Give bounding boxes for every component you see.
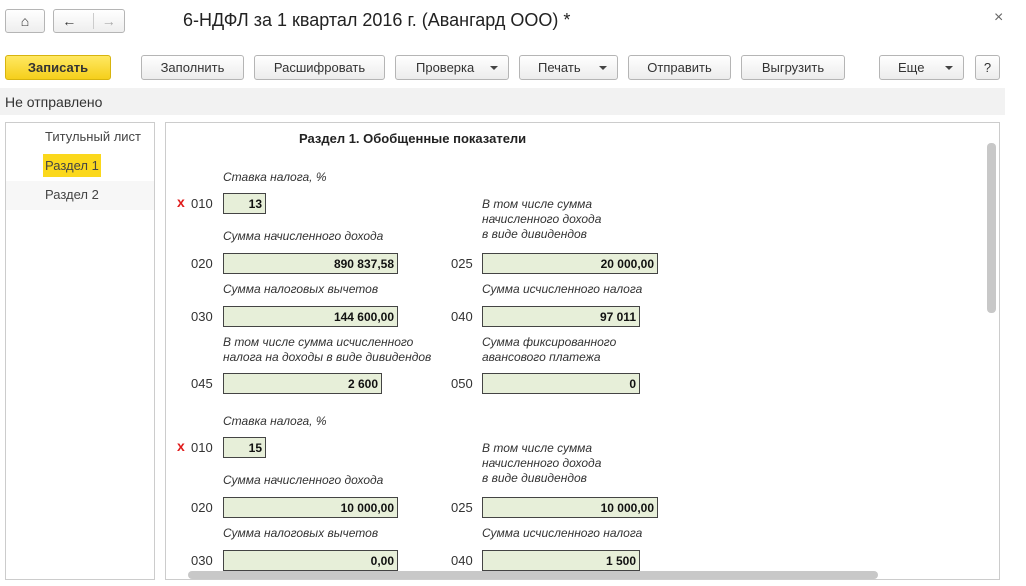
calc-tax-field[interactable]: 97 011 — [482, 306, 640, 327]
home-button[interactable]: ⌂ — [5, 9, 45, 33]
close-icon[interactable]: × — [994, 9, 1003, 27]
report-document: Раздел 1. Обобщенные показатели Ставка н… — [165, 122, 1000, 580]
calc-tax-field[interactable]: 1 500 — [482, 550, 640, 571]
line-code: 050 — [451, 376, 473, 391]
print-button[interactable]: Печать — [519, 55, 618, 80]
save-button[interactable]: Записать — [5, 55, 111, 80]
horizontal-scrollbar[interactable] — [188, 571, 878, 579]
arrow-left-icon[interactable]: ← — [62, 13, 76, 29]
line-code: 030 — [191, 553, 213, 568]
line-code: 010 — [191, 440, 213, 455]
more-label: Еще — [898, 60, 925, 75]
line-code: 025 — [451, 256, 473, 271]
home-icon: ⌂ — [20, 13, 30, 29]
arrow-right-icon[interactable]: → — [92, 13, 116, 29]
calc_tax-label: Сумма исчисленного налога — [482, 526, 643, 540]
send-button[interactable]: Отправить — [628, 55, 731, 80]
line-code: 020 — [191, 500, 213, 515]
dividend-income-field[interactable]: 20 000,00 — [482, 253, 658, 274]
error-mark-icon: x — [177, 438, 185, 454]
fixed_advance-label: Сумма фиксированного — [482, 335, 617, 349]
dividend_income-label: начисленного дохода — [482, 212, 602, 226]
income-field[interactable]: 10 000,00 — [223, 497, 398, 518]
line-code: 010 — [191, 196, 213, 211]
line-code: 045 — [191, 376, 213, 391]
line-code: 040 — [451, 553, 473, 568]
help-button[interactable]: ? — [975, 55, 1000, 80]
rate-field[interactable]: 15 — [223, 437, 266, 458]
dividend_income-label: в виде дивидендов — [482, 227, 587, 241]
more-button[interactable]: Еще — [879, 55, 964, 80]
dividend_tax-label: налога на доходы в виде дивидендов — [223, 350, 432, 364]
rate-field[interactable]: 13 — [223, 193, 266, 214]
income-label: Сумма начисленного дохода — [223, 473, 384, 487]
income-field[interactable]: 890 837,58 — [223, 253, 398, 274]
dividend_tax-label: В том числе сумма исчисленного — [223, 335, 414, 349]
check-label: Проверка — [416, 60, 475, 75]
history-nav: ← → — [53, 9, 125, 33]
fixed_advance-label: авансового платежа — [482, 350, 601, 364]
section-title: Раздел 1. Обобщенные показатели — [299, 131, 527, 146]
deductions-label: Сумма налоговых вычетов — [223, 526, 379, 540]
dividend-tax-field[interactable]: 2 600 — [223, 373, 382, 394]
line-code: 040 — [451, 309, 473, 324]
fixed-advance-field[interactable]: 0 — [482, 373, 640, 394]
print-label: Печать — [538, 60, 581, 75]
chevron-down-icon — [599, 66, 607, 70]
chevron-down-icon — [490, 66, 498, 70]
dividend_income-label: в виде дивидендов — [482, 471, 587, 485]
chevron-down-icon — [945, 66, 953, 70]
sidebar-item-label: Раздел 2 — [45, 187, 99, 202]
error-mark-icon: x — [177, 194, 185, 210]
dividend_income-label: В том числе сумма — [482, 441, 593, 455]
check-button[interactable]: Проверка — [395, 55, 509, 80]
window-title: 6-НДФЛ за 1 квартал 2016 г. (Авангард ОО… — [183, 10, 571, 30]
sidebar-item-label: Раздел 1 — [43, 154, 101, 177]
line-code: 020 — [191, 256, 213, 271]
rate-label: Ставка налога, % — [223, 414, 327, 428]
decode-button[interactable]: Расшифровать — [254, 55, 385, 80]
deductions-field[interactable]: 0,00 — [223, 550, 398, 571]
dividend_income-label: начисленного дохода — [482, 456, 602, 470]
deductions-field[interactable]: 144 600,00 — [223, 306, 398, 327]
sidebar-item-section-2[interactable]: Раздел 2 — [6, 181, 154, 210]
sidebar: Титульный лист Раздел 1 Раздел 2 — [5, 122, 155, 580]
dividend_income-label: В том числе сумма — [482, 197, 593, 211]
line-code: 025 — [451, 500, 473, 515]
sidebar-item-title-page[interactable]: Титульный лист — [6, 123, 154, 152]
calc_tax-label: Сумма исчисленного налога — [482, 282, 643, 296]
line-code: 030 — [191, 309, 213, 324]
deductions-label: Сумма налоговых вычетов — [223, 282, 379, 296]
sidebar-item-label: Титульный лист — [45, 129, 142, 144]
fill-button[interactable]: Заполнить — [141, 55, 244, 80]
export-button[interactable]: Выгрузить — [741, 55, 845, 80]
sidebar-item-section-1[interactable]: Раздел 1 — [6, 152, 154, 181]
dividend-income-field[interactable]: 10 000,00 — [482, 497, 658, 518]
vertical-scrollbar[interactable] — [987, 143, 996, 313]
income-label: Сумма начисленного дохода — [223, 229, 384, 243]
status-bar: Не отправлено — [0, 88, 1005, 115]
rate-label: Ставка налога, % — [223, 170, 327, 184]
